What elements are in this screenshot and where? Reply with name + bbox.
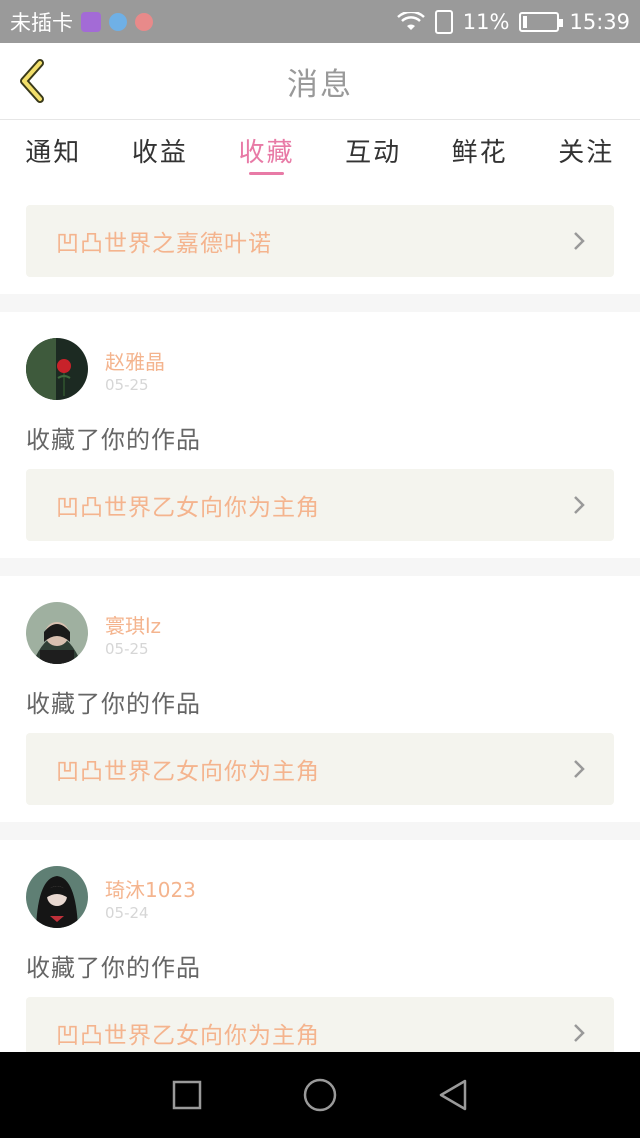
tab-label: 互动 <box>345 138 402 168</box>
back-nav-icon <box>440 1079 467 1111</box>
timestamp: 05-24 <box>105 904 149 922</box>
wifi-icon <box>396 11 425 30</box>
tab-bar: 通知 收益 收藏 互动 鲜花 关注 <box>0 120 640 182</box>
page-title: 消息 <box>287 66 353 103</box>
avatar[interactable] <box>26 602 88 664</box>
list-item: 琦沐1023 05-24 收藏了你的作品 凹凸世界乙女向你为主角 <box>0 840 640 1052</box>
tab-earnings[interactable]: 收益 <box>107 120 214 182</box>
home-icon <box>303 1078 337 1112</box>
work-title: 凹凸世界乙女向你为主角 <box>56 1023 320 1049</box>
status-bar: 未插卡 11% 15:39 <box>0 0 640 43</box>
app-notification-icon-2 <box>135 12 153 31</box>
sim-icon <box>434 9 453 34</box>
battery-icon <box>519 11 564 32</box>
username[interactable]: 琦沐1023 <box>105 874 196 903</box>
battery-percent: 11% <box>462 9 510 34</box>
chevron-right-icon <box>574 1024 585 1042</box>
tab-interactions[interactable]: 互动 <box>320 120 427 182</box>
tab-notifications[interactable]: 通知 <box>0 120 107 182</box>
timestamp: 05-25 <box>105 640 149 658</box>
action-text: 收藏了你的作品 <box>26 954 201 982</box>
work-title: 凹凸世界乙女向你为主角 <box>56 759 320 785</box>
avatar[interactable] <box>26 866 88 928</box>
home-button[interactable] <box>300 1075 340 1115</box>
username[interactable]: 寰琪lz <box>105 610 161 639</box>
tab-label: 通知 <box>25 138 82 168</box>
chevron-right-icon <box>574 232 585 250</box>
tab-label: 收藏 <box>238 138 295 168</box>
work-title: 凹凸世界乙女向你为主角 <box>56 495 320 521</box>
tab-flowers[interactable]: 鲜花 <box>426 120 533 182</box>
system-nav-bar <box>0 1052 640 1138</box>
username[interactable]: 赵雅晶 <box>105 346 165 375</box>
back-arrow-icon[interactable] <box>14 57 54 105</box>
app-notification-icon <box>109 12 127 31</box>
avatar[interactable] <box>26 338 88 400</box>
list-item: 赵雅晶 05-25 收藏了你的作品 凹凸世界乙女向你为主角 <box>0 312 640 558</box>
tab-label: 收益 <box>131 138 188 168</box>
work-link[interactable]: 凹凸世界乙女向你为主角 <box>26 733 614 805</box>
status-left: 未插卡 <box>10 7 397 37</box>
list-item: 凹凸世界之嘉德叶诺 <box>0 182 640 294</box>
carrier-text: 未插卡 <box>10 10 73 35</box>
active-tab-indicator <box>249 172 285 175</box>
recent-apps-icon <box>172 1080 201 1110</box>
timestamp: 05-25 <box>105 376 149 394</box>
tab-label: 关注 <box>558 138 615 168</box>
back-nav-button[interactable] <box>433 1075 473 1115</box>
tab-label: 鲜花 <box>451 138 508 168</box>
recent-apps-button[interactable] <box>167 1075 207 1115</box>
work-title: 凹凸世界之嘉德叶诺 <box>56 231 272 257</box>
action-text: 收藏了你的作品 <box>26 426 201 454</box>
work-link[interactable]: 凹凸世界乙女向你为主角 <box>26 997 614 1052</box>
chevron-right-icon <box>574 760 585 778</box>
work-link[interactable]: 凹凸世界之嘉德叶诺 <box>26 205 614 277</box>
work-link[interactable]: 凹凸世界乙女向你为主角 <box>26 469 614 541</box>
clock: 15:39 <box>569 9 630 34</box>
list-item: 寰琪lz 05-25 收藏了你的作品 凹凸世界乙女向你为主角 <box>0 576 640 822</box>
action-text: 收藏了你的作品 <box>26 690 201 718</box>
message-feed[interactable]: 凹凸世界之嘉德叶诺 赵雅晶 05-25 收藏了你的作品 凹凸世界乙女向你为主角 <box>0 182 640 1052</box>
battery-level <box>523 15 528 28</box>
chevron-right-icon <box>574 496 585 514</box>
tab-follows[interactable]: 关注 <box>533 120 640 182</box>
top-app-bar: 消息 <box>0 43 640 120</box>
status-right: 11% 15:39 <box>396 9 630 34</box>
tab-favorites[interactable]: 收藏 <box>213 120 320 182</box>
gallery-notification-icon <box>81 11 101 32</box>
